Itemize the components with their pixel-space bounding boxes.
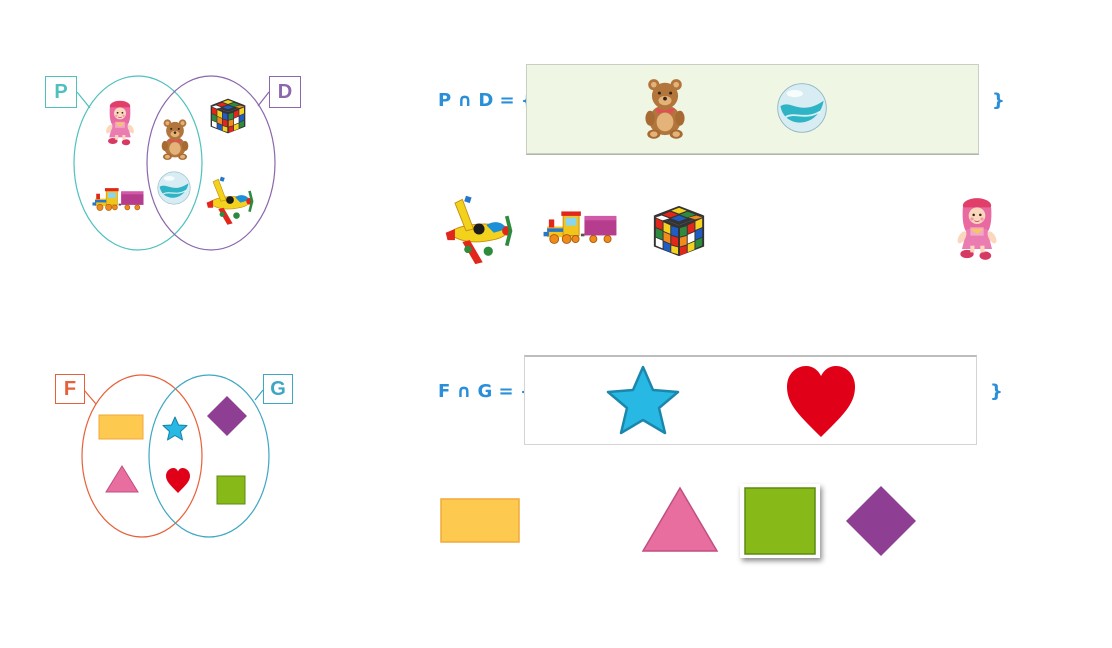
- venn-diagram-p-d: P D: [40, 70, 310, 260]
- equation-f-intersect-g-close: }: [990, 381, 1003, 402]
- set-f-circle: [81, 374, 203, 538]
- pink-triangle: [105, 465, 139, 493]
- set-f-label: F: [55, 374, 85, 404]
- purple-diamond: [207, 396, 247, 436]
- answer-box-f-intersect-g[interactable]: [524, 355, 977, 445]
- set-g-label: G: [263, 374, 293, 404]
- blue-star: [162, 416, 188, 441]
- p-label-connector: [76, 91, 91, 109]
- red-heart: [166, 468, 190, 493]
- blue-star[interactable]: [603, 363, 683, 439]
- g-label-connector: [254, 389, 264, 401]
- equation-p-intersect-d-close: }: [992, 90, 1005, 111]
- d-label-connector: [257, 91, 270, 107]
- venn-diagram-f-g: F G: [50, 370, 293, 542]
- teddy-bear-icon[interactable]: [637, 75, 693, 141]
- purple-diamond[interactable]: [845, 485, 917, 557]
- train-icon[interactable]: [540, 206, 620, 248]
- pink-triangle[interactable]: [640, 485, 720, 553]
- yellow-rectangle[interactable]: [440, 498, 520, 543]
- green-square-tile[interactable]: [740, 484, 820, 558]
- rubiks-cube-icon: [208, 96, 248, 136]
- venn-circles-2: [81, 374, 270, 538]
- yellow-rectangle: [98, 414, 144, 440]
- rubiks-cube-icon[interactable]: [650, 202, 708, 260]
- marble-icon: [156, 170, 192, 206]
- set-p-label: P: [45, 76, 77, 108]
- doll-icon[interactable]: [952, 194, 1002, 264]
- set-d-label: D: [269, 76, 301, 108]
- green-square: [744, 487, 816, 555]
- airplane-icon: [204, 174, 256, 226]
- answer-box-p-intersect-d[interactable]: [526, 64, 979, 154]
- teddy-bear-icon: [156, 116, 194, 162]
- airplane-icon[interactable]: [442, 192, 516, 266]
- f-label-connector: [83, 389, 97, 405]
- green-square: [216, 475, 246, 505]
- set-p-circle: [73, 75, 203, 251]
- equation-p-intersect-d: P ∩ D = {: [438, 90, 534, 111]
- red-heart[interactable]: [783, 363, 859, 439]
- doll-icon: [102, 98, 138, 148]
- marble-icon[interactable]: [775, 81, 829, 135]
- equation-f-intersect-g: F ∩ G = {: [438, 381, 533, 402]
- train-icon: [90, 184, 146, 214]
